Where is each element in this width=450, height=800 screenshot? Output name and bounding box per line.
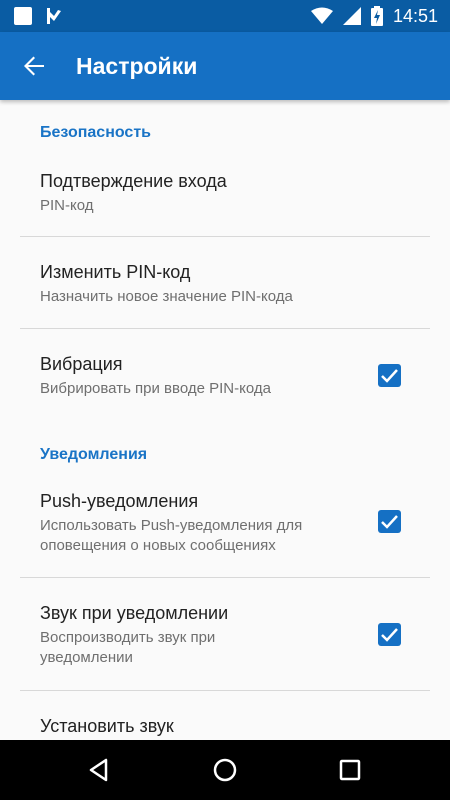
setting-title: Изменить PIN-код [40,262,191,282]
recents-square-icon [339,759,361,781]
check-icon [381,628,398,642]
setting-title: Подтверждение входа [40,171,227,191]
notification-sound-checkbox[interactable] [378,623,401,646]
setting-push-notifications[interactable]: Push-уведомления Использовать Push-уведо… [20,478,430,577]
signal-icon [342,7,361,25]
status-time: 14:51 [392,6,438,26]
setting-title: Звук при уведомлении [40,603,229,623]
arrow-back-icon [24,56,44,76]
section-header-security: Безопасность [40,124,151,141]
nav-recents-button[interactable] [335,755,365,785]
system-nav-bar [0,740,450,800]
nav-back-button[interactable] [85,755,115,785]
status-bar: 14:51 [0,0,450,32]
setting-login-confirmation[interactable]: Подтверждение входа PIN-код [20,156,430,236]
home-circle-icon [213,758,237,782]
settings-list[interactable]: Безопасность Подтверждение входа PIN-код… [0,100,450,740]
app-toolbar: Настройки [0,32,450,100]
setting-subtitle: Вибрировать при вводе PIN-кода [40,380,271,397]
setting-subtitle: Назначить новое значение PIN-кода [40,288,293,305]
nav-home-button[interactable] [210,755,240,785]
check-icon [381,369,398,383]
setting-subtitle: PIN-код [40,197,94,214]
back-button[interactable] [18,50,50,82]
setting-notification-sound[interactable]: Звук при уведомлении Воспроизводить звук… [20,578,430,690]
notification-square-icon [14,7,32,25]
back-triangle-icon [89,758,108,782]
setting-change-pin[interactable]: Изменить PIN-код Назначить новое значени… [20,237,430,328]
setting-title: Вибрация [40,354,123,374]
status-left [14,6,64,26]
push-notifications-checkbox[interactable] [378,510,401,533]
setting-set-sound[interactable]: Установить звук [20,691,430,740]
setting-title: Push-уведомления [40,491,199,511]
wifi-icon [310,7,333,24]
setting-subtitle: Использовать Push-уведомления для оповещ… [40,517,303,554]
flag-icon [47,8,61,24]
battery-charging-icon [370,6,383,26]
vibration-checkbox[interactable] [378,364,401,387]
setting-subtitle: Воспроизводить звук при уведомлении [40,629,216,666]
status-right: 14:51 [310,5,438,27]
check-icon [381,515,398,529]
section-header-notifications: Уведомления [40,446,148,463]
setting-vibration[interactable]: Вибрация Вибрировать при вводе PIN-кода [20,329,430,420]
setting-title: Установить звук [40,716,174,736]
page-title: Настройки [76,53,198,79]
